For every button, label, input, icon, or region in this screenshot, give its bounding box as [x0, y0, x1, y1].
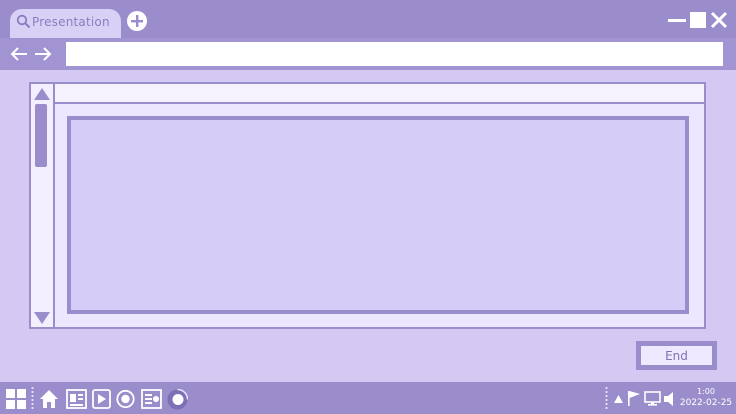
slide-canvas[interactable]: [67, 116, 689, 314]
new-tab-plus-icon[interactable]: [126, 10, 148, 32]
scrollbar-thumb[interactable]: [35, 104, 47, 167]
scroll-up-arrow-icon[interactable]: [34, 88, 50, 100]
tab-presentation[interactable]: Presentation: [10, 9, 121, 38]
media-icon[interactable]: [167, 389, 188, 410]
play-icon[interactable]: [92, 389, 111, 409]
clock-time[interactable]: 1:00: [686, 387, 726, 396]
forward-arrow-icon[interactable]: [34, 45, 52, 63]
clock-date[interactable]: 2022-02-25: [676, 398, 736, 408]
monitor-icon[interactable]: [644, 391, 661, 406]
flag-icon[interactable]: [628, 391, 640, 406]
address-bar[interactable]: [66, 42, 723, 66]
tray-separator: [605, 386, 608, 410]
search-icon: [16, 14, 31, 29]
maximize-icon[interactable]: [689, 11, 707, 29]
home-icon[interactable]: [39, 389, 59, 409]
taskbar-separator: [31, 386, 34, 410]
viewer-toolbar: [55, 84, 704, 104]
close-icon[interactable]: [710, 11, 728, 29]
caret-up-icon[interactable]: [614, 395, 623, 403]
slides-icon[interactable]: [141, 389, 162, 409]
minimize-icon[interactable]: [668, 11, 686, 29]
news-icon[interactable]: [66, 389, 87, 409]
back-arrow-icon[interactable]: [10, 45, 28, 63]
scroll-down-arrow-icon[interactable]: [34, 312, 50, 324]
record-icon[interactable]: [116, 389, 135, 409]
windows-start-icon[interactable]: [6, 389, 26, 409]
end-button[interactable]: End: [636, 341, 717, 370]
tab-label: Presentation: [32, 15, 110, 29]
volume-icon[interactable]: [664, 392, 675, 406]
end-button-label: End: [641, 346, 712, 365]
